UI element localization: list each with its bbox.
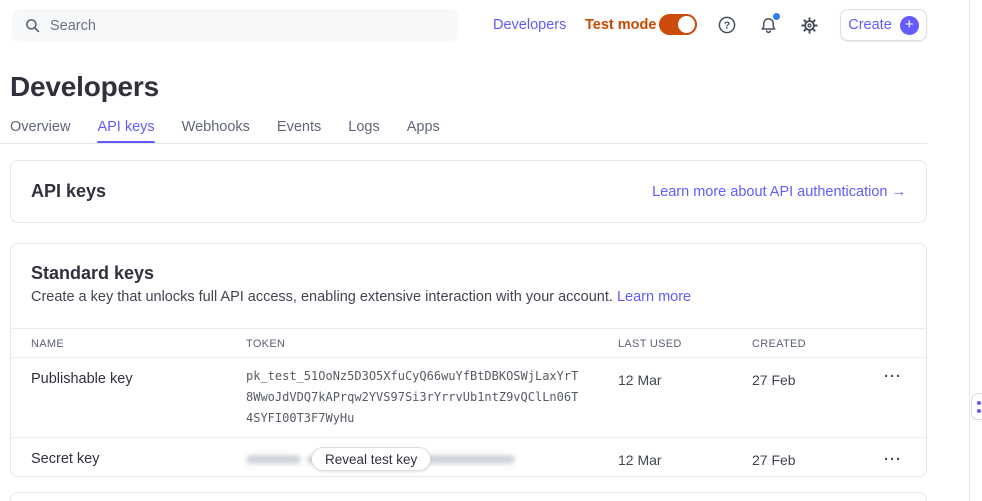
gear-icon [800, 16, 819, 35]
notification-dot [773, 13, 780, 20]
search-input[interactable]: Search [12, 9, 458, 42]
tab-apps[interactable]: Apps [407, 119, 440, 135]
header-name: NAME [31, 338, 64, 350]
reveal-test-key-button[interactable]: Reveal test key [311, 447, 431, 471]
header-token: TOKEN [246, 338, 285, 350]
search-placeholder: Search [50, 18, 96, 34]
masked-token-segment [425, 455, 515, 464]
right-divider [969, 0, 970, 501]
key-name: Publishable key [31, 371, 133, 387]
test-mode-label: Test mode [585, 17, 656, 33]
widget-dot [977, 401, 981, 405]
tab-events[interactable]: Events [277, 119, 321, 135]
settings-button[interactable] [798, 14, 820, 36]
svg-text:?: ? [724, 20, 730, 32]
tabs: Overview API keys Webhooks Events Logs A… [10, 119, 440, 135]
publishable-key-token[interactable]: pk_test_51OoNz5D3O5XfuCyQ66wuYfBtDBKOSWj… [246, 366, 582, 429]
side-widget-button[interactable] [971, 393, 982, 420]
table-row: Publishable key pk_test_51OoNz5D3O5XfuCy… [11, 358, 926, 438]
table-row: Secret key Reveal test key 12 Mar 27 Feb… [11, 439, 926, 478]
api-keys-card: API keys Learn more about API authentica… [10, 160, 927, 223]
widget-dot [977, 409, 981, 413]
create-label: Create [848, 17, 892, 33]
row-overflow-menu-button[interactable]: ··· [879, 448, 907, 470]
created-value: 27 Feb [752, 372, 796, 388]
toggle-knob [678, 16, 695, 33]
header-last-used: LAST USED [618, 338, 682, 350]
developers-link[interactable]: Developers [493, 17, 566, 33]
standard-keys-description: Create a key that unlocks full API acces… [31, 289, 906, 305]
learn-more-api-auth-link[interactable]: Learn more about API authentication → [652, 184, 906, 200]
create-button[interactable]: Create + [840, 9, 927, 41]
page-title: Developers [10, 71, 159, 103]
tab-overview[interactable]: Overview [10, 119, 70, 135]
description-text: Create a key that unlocks full API acces… [31, 289, 613, 305]
api-keys-card-title: API keys [31, 181, 106, 202]
last-used-value: 12 Mar [618, 452, 662, 468]
plus-icon: + [900, 16, 919, 35]
next-card-partial [10, 492, 927, 501]
tab-api-keys[interactable]: API keys [97, 119, 154, 135]
tabs-divider [0, 143, 927, 144]
help-icon: ? [717, 15, 737, 35]
help-button[interactable]: ? [716, 14, 738, 36]
tab-logs[interactable]: Logs [348, 119, 379, 135]
row-overflow-menu-button[interactable]: ··· [879, 365, 907, 387]
standard-keys-card: Standard keys Create a key that unlocks … [10, 243, 927, 477]
masked-token-segment [246, 455, 301, 464]
last-used-value: 12 Mar [618, 372, 662, 388]
table-header-row: NAME TOKEN LAST USED CREATED [11, 328, 926, 358]
standard-keys-title: Standard keys [31, 263, 906, 284]
learn-more-link[interactable]: Learn more [617, 289, 691, 305]
created-value: 27 Feb [752, 452, 796, 468]
search-icon [25, 18, 40, 33]
key-name: Secret key [31, 451, 100, 467]
tab-webhooks[interactable]: Webhooks [182, 119, 250, 135]
notifications-button[interactable] [757, 14, 779, 36]
header-created: CREATED [752, 338, 806, 350]
test-mode-toggle[interactable] [659, 14, 697, 35]
